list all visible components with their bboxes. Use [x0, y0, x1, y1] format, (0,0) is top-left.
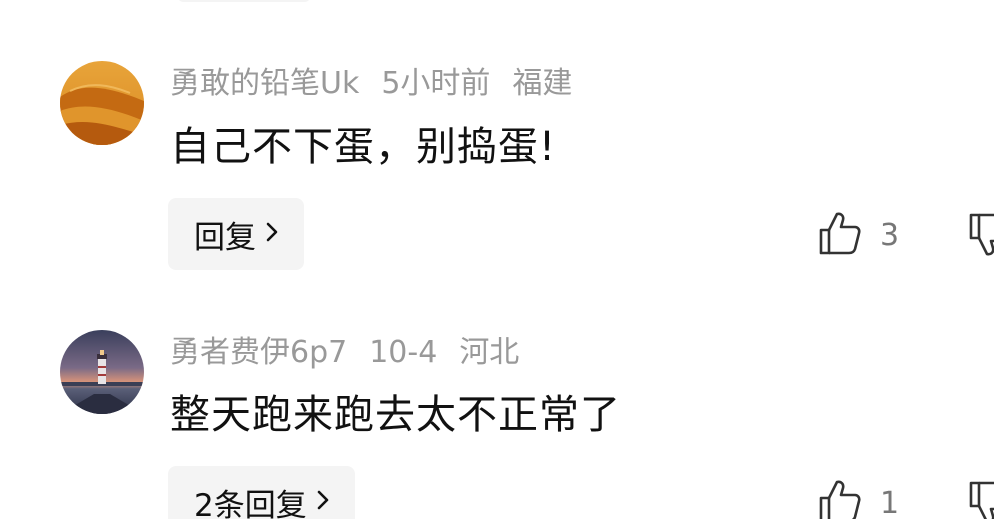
like-button[interactable]: 3 [818, 210, 899, 260]
reply-label: 回复 [194, 219, 256, 256]
username[interactable]: 勇者费伊6p7 [170, 333, 347, 373]
dislike-button[interactable] [968, 212, 994, 262]
user-avatar[interactable] [60, 61, 144, 145]
comment-meta: 勇敢的铅笔Uk 5小时前 福建 [170, 64, 572, 104]
comment-list-page: 勇敢的铅笔Uk 5小时前 福建 自己不下蛋，别捣蛋! 回复 3 勇者费伊6p7 … [0, 0, 994, 519]
comment-text[interactable]: 整天跑来跑去太不正常了 [170, 388, 621, 442]
previous-reply-button-edge[interactable] [178, 0, 310, 2]
dislike-button[interactable] [968, 480, 994, 519]
reply-label: 2条回复 [194, 487, 307, 519]
chevron-right-icon [264, 216, 280, 252]
comment-text[interactable]: 自己不下蛋，别捣蛋! [170, 120, 556, 174]
comment-location: 河北 [459, 335, 520, 370]
comment-meta: 勇者费伊6p7 10-4 河北 [170, 333, 519, 373]
comment-time: 10-4 [369, 335, 438, 370]
lighthouse-sunset-avatar-icon [60, 330, 144, 414]
like-count: 3 [880, 217, 900, 253]
thumbs-down-icon [968, 213, 994, 262]
reply-button[interactable]: 2条回复 [168, 466, 355, 519]
thumbs-down-icon [968, 481, 994, 519]
like-count: 1 [880, 485, 900, 519]
chevron-right-icon [315, 484, 331, 519]
thumbs-up-icon [818, 210, 862, 260]
reply-button[interactable]: 回复 [168, 198, 304, 270]
user-avatar[interactable] [60, 330, 144, 414]
comment-location: 福建 [512, 66, 573, 101]
thumbs-up-icon [818, 478, 862, 519]
comment-time: 5小时前 [381, 66, 491, 101]
like-button[interactable]: 1 [818, 478, 899, 519]
desert-dune-avatar-icon [60, 61, 144, 145]
username[interactable]: 勇敢的铅笔Uk [170, 64, 359, 104]
